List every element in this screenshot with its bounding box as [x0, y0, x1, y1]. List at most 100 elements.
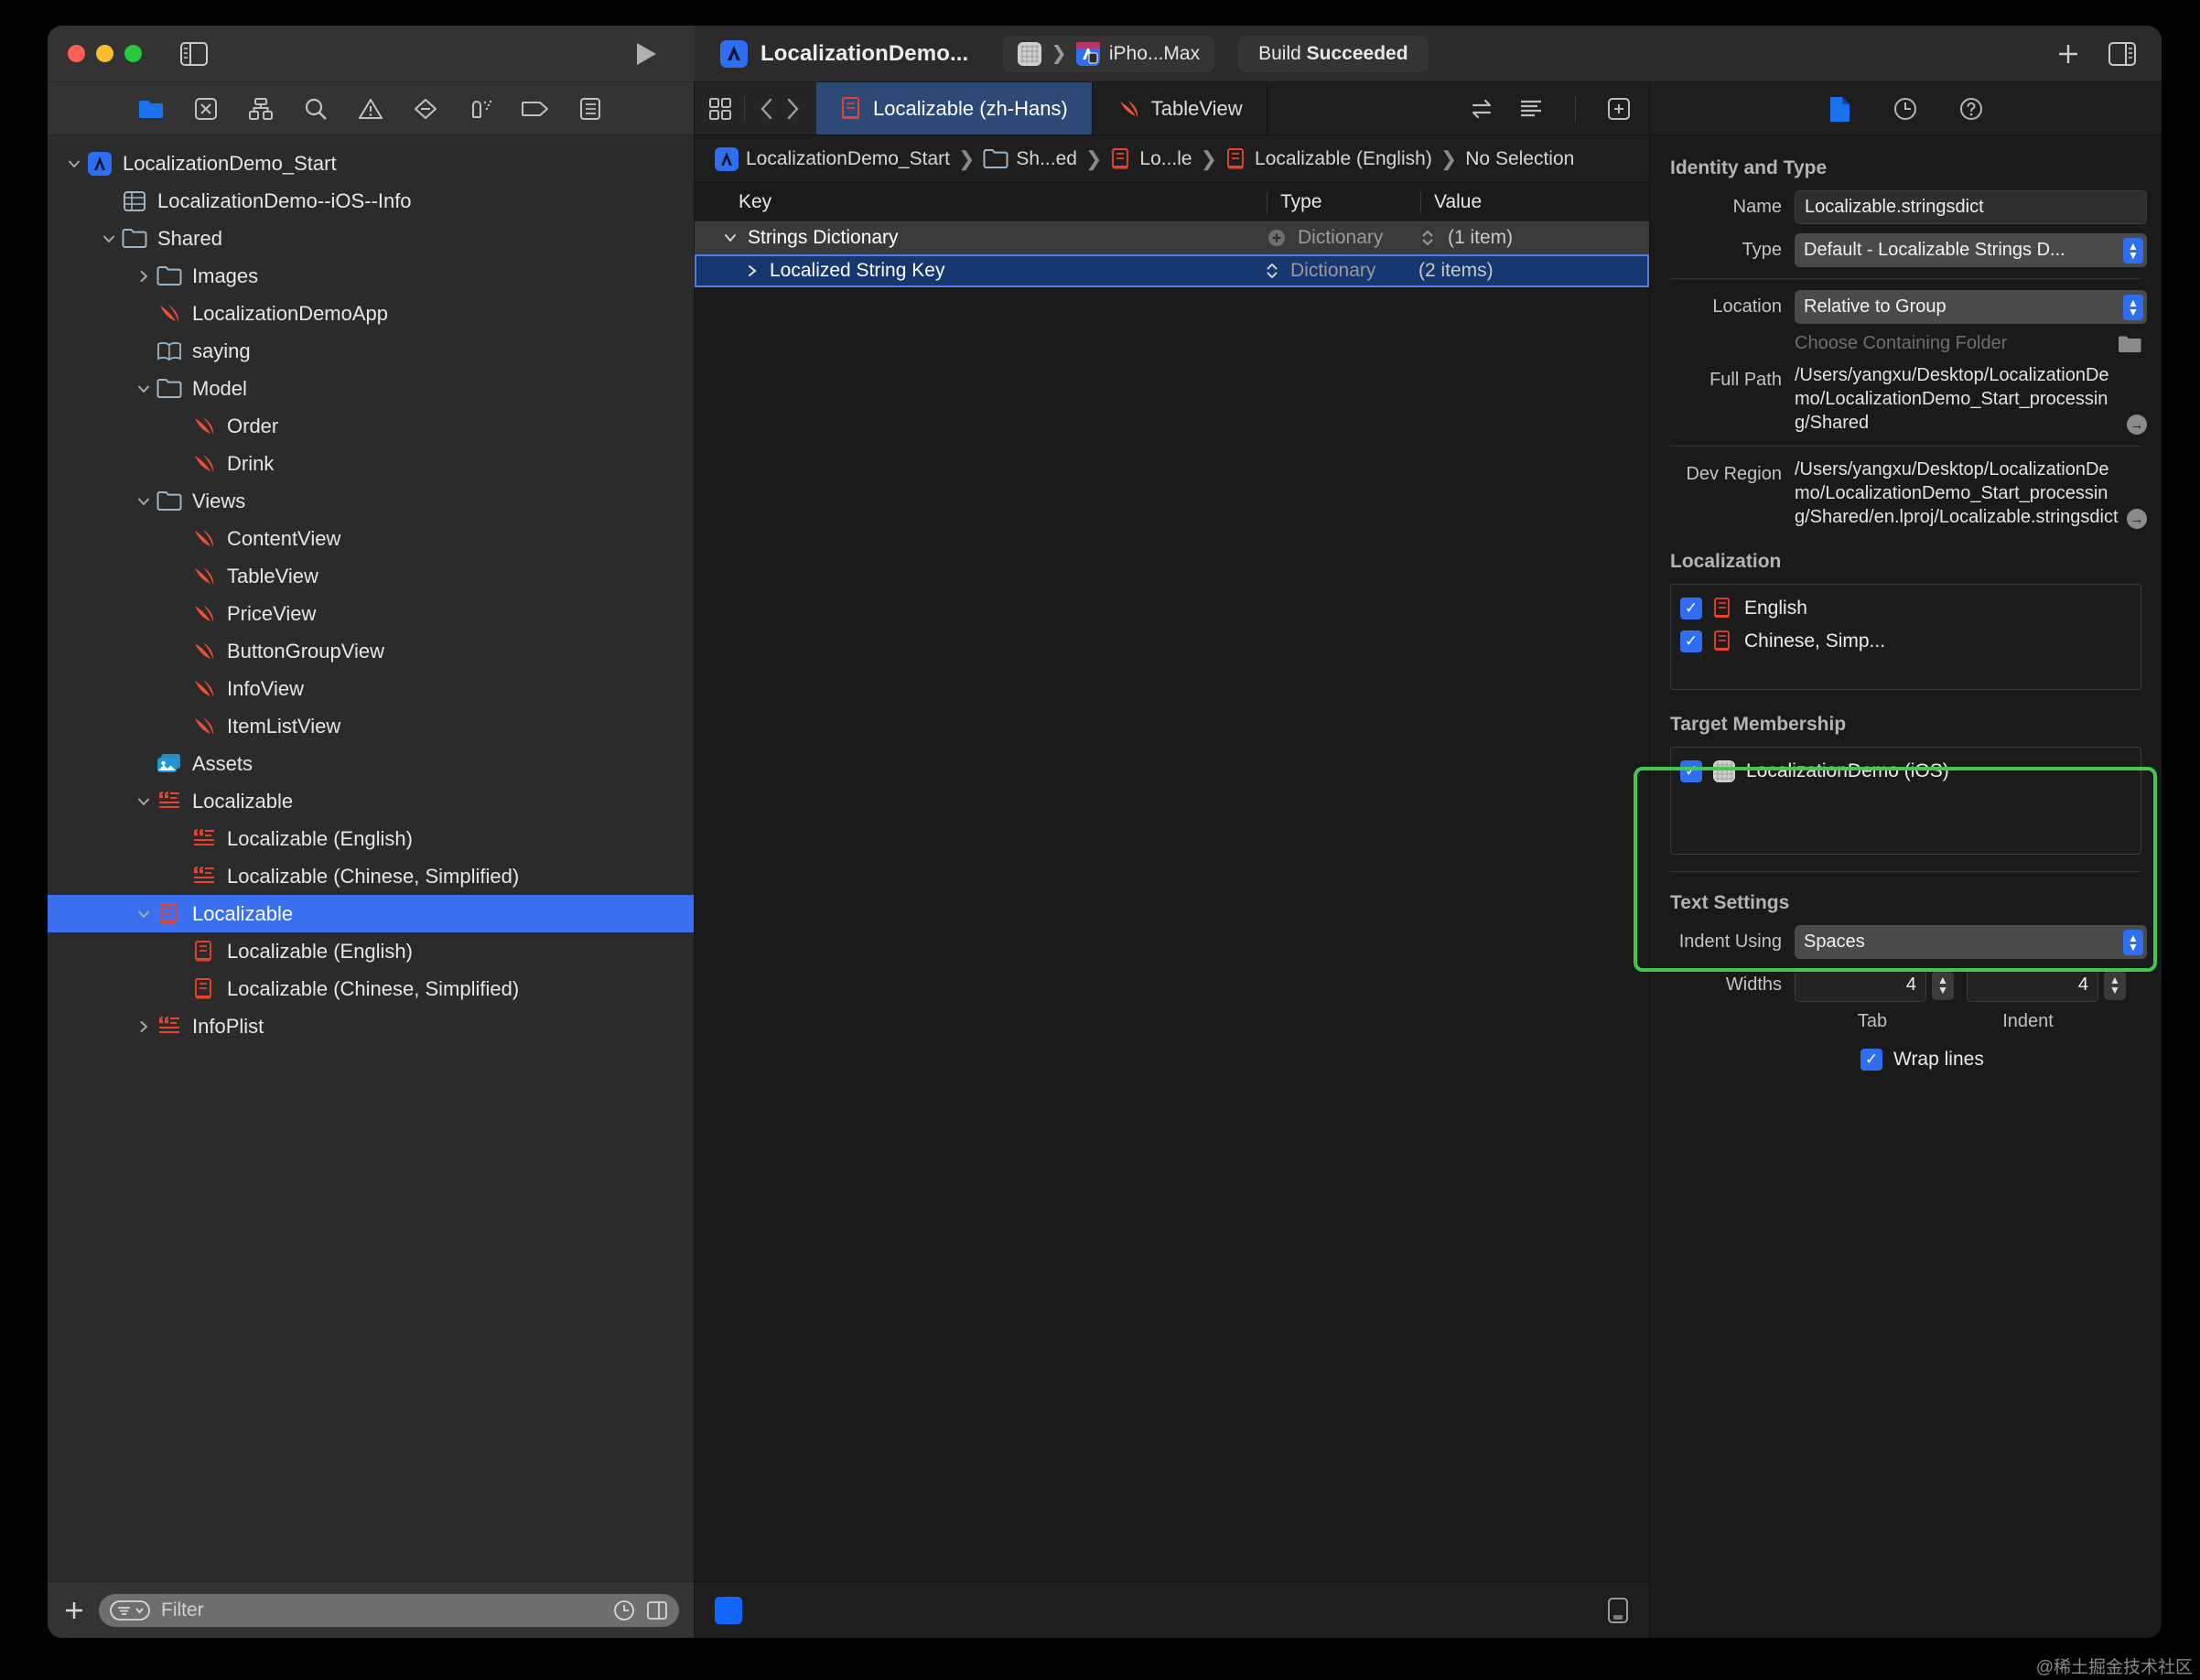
choose-folder-label[interactable]: Choose Containing Folder — [1795, 333, 2007, 354]
test-navigator-icon[interactable] — [412, 95, 439, 123]
indent-width-stepper[interactable]: ▲ ▼ — [2104, 970, 2126, 1000]
breadcrumb-segment[interactable]: Lo...le — [1110, 147, 1192, 171]
tree-item[interactable]: Order — [48, 407, 694, 445]
disclosure-triangle-icon[interactable] — [722, 230, 739, 246]
device-preview-icon[interactable] — [1607, 1597, 1629, 1624]
reveal-in-finder-icon[interactable]: → — [2127, 415, 2147, 435]
blue-tag-icon[interactable] — [715, 1596, 742, 1624]
toggle-inspector-icon[interactable] — [2108, 41, 2136, 66]
tree-item[interactable]: Images — [48, 257, 694, 295]
tree-item[interactable]: Assets — [48, 745, 694, 782]
wrap-lines-row[interactable]: ✓ Wrap lines — [1650, 1049, 2162, 1071]
project-tree[interactable]: LocalizationDemo_Start LocalizationDemo--… — [48, 135, 694, 1581]
tree-item[interactable]: Views — [48, 482, 694, 520]
tree-item[interactable]: ItemListView — [48, 707, 694, 745]
search-navigator-icon[interactable] — [302, 95, 329, 123]
tree-item[interactable]: InfoPlist — [48, 1007, 694, 1045]
tree-item[interactable]: Model — [48, 370, 694, 407]
type-stepper-icon[interactable] — [1265, 261, 1279, 281]
add-file-button[interactable] — [62, 1599, 86, 1622]
breadcrumb[interactable]: LocalizationDemo_Start ❯ Sh...ed ❯ Lo...le ❯ L… — [695, 135, 1649, 183]
localization-list[interactable]: ✓ English ✓ Chinese, Simp... — [1670, 584, 2141, 690]
breakpoint-navigator-icon[interactable] — [522, 95, 549, 123]
disclosure-triangle-icon[interactable] — [132, 793, 156, 810]
toggle-navigator-icon[interactable] — [180, 41, 208, 66]
indent-using-popup[interactable]: Spaces ▲ ▼ — [1795, 925, 2147, 959]
grid-icon[interactable] — [707, 96, 733, 122]
tree-item[interactable]: Localizable — [48, 782, 694, 820]
checkbox-checked-icon[interactable]: ✓ — [1680, 598, 1702, 619]
build-status[interactable]: Build Succeeded — [1238, 35, 1429, 72]
target-membership-item[interactable]: ✓ LocalizationDemo (iOS) — [1680, 755, 2131, 788]
close-button[interactable] — [68, 45, 85, 62]
chevron-right-icon[interactable] — [782, 96, 803, 122]
localization-item-chinese[interactable]: ✓ Chinese, Simp... — [1680, 625, 2131, 658]
plist-table[interactable]: Key Type Value Strings Dictionary Dictio… — [695, 183, 1649, 1581]
breadcrumb-segment[interactable]: Sh...ed — [983, 148, 1077, 170]
breadcrumb-segment[interactable]: No Selection — [1465, 148, 1574, 170]
breadcrumb-segment[interactable]: LocalizationDemo_Start — [715, 146, 950, 171]
name-input[interactable]: Localizable.stringsdict — [1795, 190, 2147, 224]
location-popup[interactable]: Relative to Group ▲ ▼ — [1795, 290, 2147, 324]
tree-item[interactable]: ButtonGroupView — [48, 632, 694, 670]
indent-width-input[interactable]: 4 — [1967, 968, 2098, 1002]
tab-localizable-zh-hans[interactable]: Localizable (zh-Hans) — [816, 82, 1093, 135]
chevron-left-icon[interactable] — [756, 96, 778, 122]
file-inspector-icon[interactable] — [1828, 95, 1852, 123]
tree-item[interactable]: Localizable (Chinese, Simplified) — [48, 970, 694, 1007]
tree-item[interactable]: Localizable — [48, 895, 694, 932]
disclosure-triangle-icon[interactable] — [744, 263, 760, 279]
tree-item[interactable]: ContentView — [48, 520, 694, 557]
quick-help-icon[interactable] — [1958, 96, 1984, 122]
tab-tableview[interactable]: TableView — [1093, 82, 1267, 135]
run-button[interactable] — [634, 41, 658, 67]
target-membership-list[interactable]: ✓ LocalizationDemo (iOS) — [1670, 747, 2141, 855]
tree-item[interactable]: Shared — [48, 220, 694, 257]
scheme-selector[interactable]: ❯ iPho...Max — [1003, 35, 1215, 72]
disclosure-triangle-icon[interactable] — [97, 231, 121, 247]
tree-item[interactable]: LocalizationDemoApp — [48, 295, 694, 332]
tree-item[interactable]: TableView — [48, 557, 694, 595]
tree-item[interactable]: PriceView — [48, 595, 694, 632]
checkbox-checked-icon[interactable]: ✓ — [1860, 1049, 1882, 1071]
disclosure-triangle-icon[interactable] — [132, 493, 156, 510]
zoom-button[interactable] — [124, 45, 142, 62]
issue-navigator-icon[interactable] — [357, 95, 384, 123]
project-chip[interactable]: LocalizationDemo... — [711, 39, 977, 68]
clock-icon[interactable] — [613, 1599, 635, 1621]
type-popup[interactable]: Default - Localizable Strings D... ▲ ▼ — [1795, 233, 2147, 267]
tree-item[interactable]: Localizable (Chinese, Simplified) — [48, 857, 694, 895]
add-entry-icon[interactable] — [1267, 228, 1287, 248]
tree-item[interactable]: LocalizationDemo--iOS--Info — [48, 182, 694, 220]
checkbox-checked-icon[interactable]: ✓ — [1680, 760, 1702, 782]
localization-item-english[interactable]: ✓ English — [1680, 592, 2131, 625]
tree-item[interactable]: LocalizationDemo_Start — [48, 145, 694, 182]
tree-item[interactable]: saying — [48, 332, 694, 370]
tree-item[interactable]: Drink — [48, 445, 694, 482]
folder-icon[interactable] — [2118, 334, 2141, 354]
disclosure-triangle-icon[interactable] — [62, 156, 86, 172]
report-navigator-icon[interactable] — [577, 95, 604, 123]
hierarchy-navigator-icon[interactable] — [247, 95, 275, 123]
disclosure-triangle-icon[interactable] — [132, 381, 156, 397]
tree-item[interactable]: Localizable (English) — [48, 932, 694, 970]
table-row[interactable]: Strings Dictionary Dictionary (1 item) — [695, 221, 1649, 254]
source-control-navigator-icon[interactable] — [192, 95, 220, 123]
tab-width-input[interactable]: 4 — [1795, 968, 1926, 1002]
disclosure-triangle-icon[interactable] — [132, 1018, 156, 1035]
disclosure-triangle-icon[interactable] — [132, 906, 156, 922]
history-inspector-icon[interactable] — [1893, 96, 1918, 122]
disclosure-triangle-icon[interactable] — [132, 268, 156, 285]
project-navigator-icon[interactable] — [137, 95, 165, 123]
tree-item[interactable]: Localizable (English) — [48, 820, 694, 857]
table-row[interactable]: Localized String Key Dictionary (2 items… — [695, 254, 1649, 287]
tab-width-stepper[interactable]: ▲ ▼ — [1932, 970, 1954, 1000]
split-icon[interactable] — [646, 1599, 668, 1621]
checkbox-checked-icon[interactable]: ✓ — [1680, 630, 1702, 652]
reveal-in-finder-icon[interactable]: → — [2127, 509, 2147, 529]
swap-editors-icon[interactable] — [1469, 98, 1494, 120]
type-stepper-icon[interactable] — [1420, 228, 1435, 248]
minimize-button[interactable] — [96, 45, 113, 62]
filter-input[interactable]: Filter — [99, 1593, 679, 1627]
debug-navigator-icon[interactable] — [467, 95, 494, 123]
